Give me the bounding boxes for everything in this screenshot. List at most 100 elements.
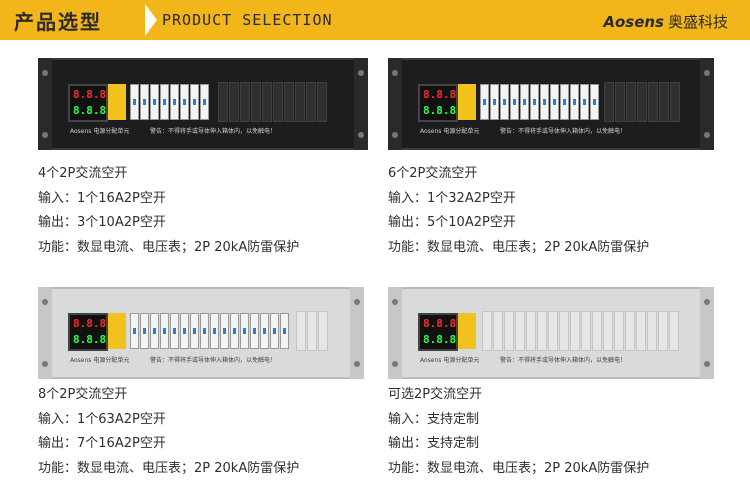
- blank-slot-cover: [647, 311, 657, 351]
- blank-slot-cover: [669, 311, 679, 351]
- blank-slot-cover: [284, 82, 294, 122]
- panel-unit-name: 电源分配单元: [93, 128, 130, 135]
- blank-slot-cover: [625, 311, 635, 351]
- panel-brand-label: Aosens 电源分配单元: [70, 355, 129, 364]
- breaker: [280, 313, 289, 349]
- blank-slot-cover: [251, 82, 261, 122]
- rack-ear-left: [38, 58, 52, 150]
- breaker: [170, 84, 179, 120]
- product-function: 功能：数显电流、电压表；2P 20kA防雷保护: [38, 239, 300, 255]
- blank-slot-cover: [218, 82, 228, 122]
- blank-slots: [296, 311, 328, 351]
- breaker: [520, 84, 529, 120]
- blank-slot-cover: [548, 311, 558, 351]
- breaker: [560, 84, 569, 120]
- meter-readout-bottom: 8.8.8: [73, 333, 107, 346]
- blank-slot-cover: [295, 82, 305, 122]
- panel-warning: 警告：不得将手或导体伸入箱体内，以免触电！: [150, 357, 277, 364]
- product-input: 输入：1个63A2P空开: [38, 411, 166, 427]
- surge-protector: [108, 84, 126, 120]
- surge-protector: [458, 84, 476, 120]
- blank-slot-cover: [262, 82, 272, 122]
- blank-slot-cover: [526, 311, 536, 351]
- breaker: [140, 84, 149, 120]
- blank-slots: [604, 82, 680, 122]
- breaker: [140, 313, 149, 349]
- meter-readout-bottom: 8.8.8: [423, 333, 457, 346]
- product-title: 8个2P交流空开: [38, 387, 128, 402]
- blank-slot-cover: [592, 311, 602, 351]
- header-brand: Aosens 奥盛科技: [603, 11, 728, 32]
- blank-slot-cover: [296, 311, 306, 351]
- breaker: [150, 84, 159, 120]
- panel-warning: 警告：不得将手或导体伸入箱体内，以免触电！: [500, 128, 627, 135]
- blank-slot-cover: [307, 311, 317, 351]
- product-title: 6个2P交流空开: [388, 166, 478, 181]
- header-title-block: 产品选型: [0, 0, 150, 40]
- rack-ear-left: [388, 287, 402, 379]
- breaker: [190, 84, 199, 120]
- breaker-row: [130, 313, 289, 349]
- blank-slot-cover: [659, 82, 669, 122]
- product-function: 功能：数显电流、电压表；2P 20kA防雷保护: [38, 460, 300, 476]
- panel-brand-label: Aosens 电源分配单元: [70, 126, 129, 135]
- product-input: 输入：1个16A2P空开: [38, 190, 166, 206]
- breaker: [570, 84, 579, 120]
- product-image-1: 8.8.8 8.8.8 Aosens 电源分配单元 警告：不得将手或导体伸入箱体…: [38, 58, 368, 150]
- rack-ear-right: [700, 58, 714, 150]
- breaker: [130, 84, 139, 120]
- blank-slot-cover: [637, 82, 647, 122]
- breaker-row: [480, 84, 599, 120]
- blank-slot-cover: [504, 311, 514, 351]
- rack-ear-right: [350, 287, 364, 379]
- blank-slot-cover: [603, 311, 613, 351]
- digital-meter: 8.8.8 8.8.8: [68, 313, 108, 351]
- breaker: [200, 313, 209, 349]
- header-title-cn: 产品选型: [14, 10, 102, 34]
- product-specs-3: 8个2P交流空开 输入：1个63A2P空开 输出：7个16A2P空开 功能：数显…: [38, 383, 299, 481]
- product-output: 输出：5个10A2P空开: [388, 215, 516, 230]
- breaker: [200, 84, 209, 120]
- blank-slot-cover: [614, 311, 624, 351]
- breaker: [490, 84, 499, 120]
- meter-readout-top: 8.8.8: [73, 317, 107, 330]
- breaker: [180, 313, 189, 349]
- breaker: [130, 313, 139, 349]
- breaker: [270, 313, 279, 349]
- breaker: [480, 84, 489, 120]
- product-specs-2: 6个2P交流空开 输入：1个32A2P空开 输出：5个10A2P空开 功能：数显…: [388, 162, 649, 260]
- breaker-row: [130, 84, 209, 120]
- breaker: [550, 84, 559, 120]
- rack-ear-right: [354, 58, 368, 150]
- blank-slot-cover: [317, 82, 327, 122]
- breaker: [230, 313, 239, 349]
- surge-protector: [108, 313, 126, 349]
- blank-slots: [482, 311, 679, 351]
- rack-ear-left: [38, 287, 52, 379]
- meter-readout-bottom: 8.8.8: [73, 104, 107, 117]
- page-header: 产品选型 PRODUCT SELECTION Aosens 奥盛科技: [0, 0, 750, 40]
- product-specs-1: 4个2P交流空开 输入：1个16A2P空开 输出：3个10A2P空开 功能：数显…: [38, 162, 299, 260]
- product-output: 输出：3个10A2P空开: [38, 215, 166, 230]
- blank-slot-cover: [306, 82, 316, 122]
- header-arrow-icon: [145, 4, 157, 36]
- panel-warning: 警告：不得将手或导体伸入箱体内，以免触电！: [150, 128, 277, 135]
- breaker: [220, 313, 229, 349]
- breaker: [590, 84, 599, 120]
- product-title: 可选2P交流空开: [388, 387, 483, 402]
- product-output: 输出：7个16A2P空开: [38, 436, 166, 451]
- breaker: [180, 84, 189, 120]
- blank-slot-cover: [604, 82, 614, 122]
- product-input: 输入：支持定制: [388, 411, 480, 427]
- breaker: [150, 313, 159, 349]
- panel-unit-name: 电源分配单元: [93, 357, 130, 364]
- panel-brand: Aosens: [420, 357, 442, 364]
- panel-warning: 警告：不得将手或导体伸入箱体内，以免触电！: [500, 357, 627, 364]
- product-title: 4个2P交流空开: [38, 166, 128, 181]
- product-function: 功能：数显电流、电压表；2P 20kA防雷保护: [388, 239, 650, 255]
- digital-meter: 8.8.8 8.8.8: [68, 84, 108, 122]
- breaker: [510, 84, 519, 120]
- meter-readout-bottom: 8.8.8: [423, 104, 457, 117]
- breaker: [160, 313, 169, 349]
- breaker: [500, 84, 509, 120]
